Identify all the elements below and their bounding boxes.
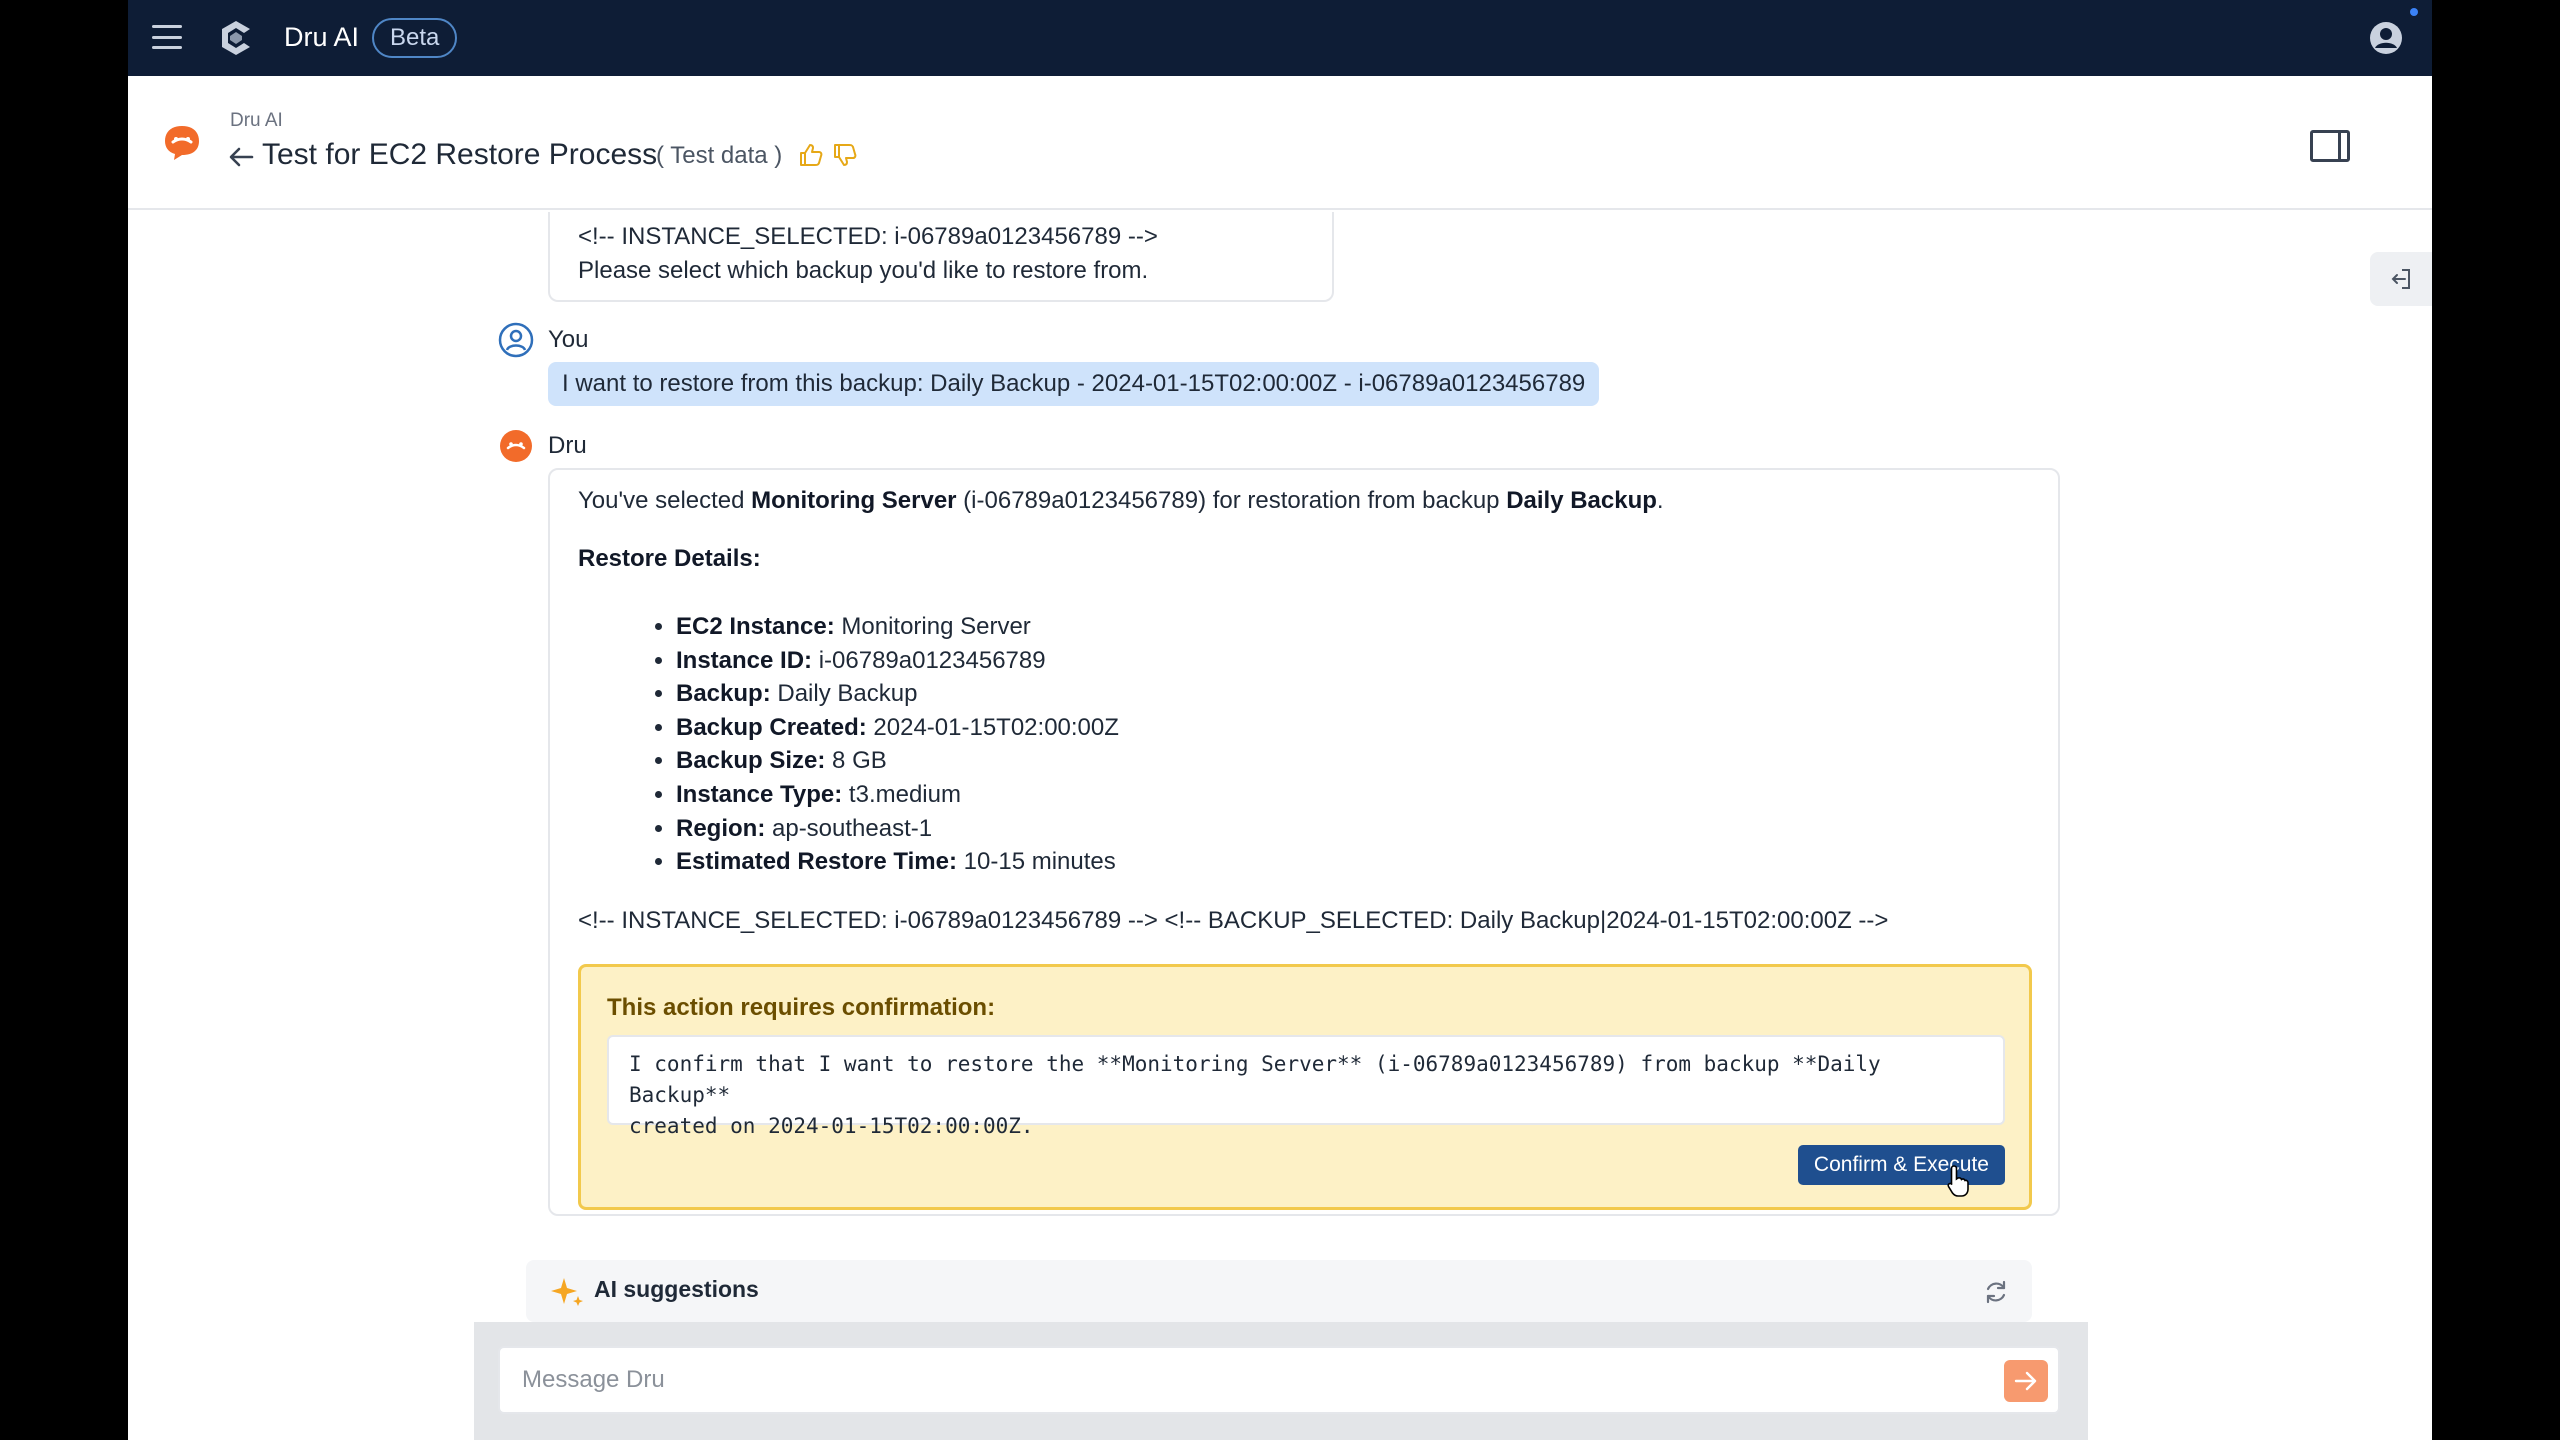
side-panel-icon[interactable] xyxy=(2310,130,2350,162)
list-item: Region: ap-southeast-1 xyxy=(676,812,1119,846)
dru-sender: Dru xyxy=(498,428,587,464)
ai-suggestions-bar[interactable]: AI suggestions xyxy=(526,1260,2032,1322)
page-title: Test for EC2 Restore Process xyxy=(262,138,658,171)
message-input[interactable] xyxy=(498,1346,2060,1414)
ai-suggestions-label: AI suggestions xyxy=(594,1276,759,1302)
user-message: I want to restore from this backup: Dail… xyxy=(548,362,1600,406)
list-item: Estimated Restore Time: 10-15 minutes xyxy=(676,845,1119,879)
previous-dru-message: <!-- INSTANCE_SELECTED: i-06789a01234567… xyxy=(548,212,1334,302)
list-item: Backup Created: 2024-01-15T02:00:00Z xyxy=(676,711,1119,745)
dru-avatar-icon xyxy=(500,430,532,462)
pointer-cursor-icon xyxy=(1947,1165,1969,1197)
details-heading: Restore Details: xyxy=(578,545,761,572)
confirm-execute-button[interactable]: Confirm & Execute xyxy=(1797,1145,2005,1185)
dru-message: You've selected Monitoring Server (i-067… xyxy=(548,468,2060,1216)
chat-transcript: <!-- INSTANCE_SELECTED: i-06789a01234567… xyxy=(128,212,2432,1322)
beta-badge: Beta xyxy=(372,18,458,58)
sparkle-icon xyxy=(551,1278,583,1306)
notification-dot xyxy=(2410,8,2418,16)
restore-details-list: EC2 Instance: Monitoring Server Instance… xyxy=(676,610,1119,879)
list-item: Instance ID: i-06789a0123456789 xyxy=(676,644,1119,678)
dru-avatar-icon xyxy=(165,126,199,160)
menu-icon[interactable] xyxy=(150,22,184,52)
user-avatar-icon xyxy=(498,322,534,358)
dru-logo-icon xyxy=(222,21,250,55)
user-sender: You xyxy=(498,322,589,358)
back-arrow-icon[interactable] xyxy=(226,142,256,172)
message-text: Please select which backup you'd like to… xyxy=(578,257,1149,284)
thumbs-down-icon[interactable] xyxy=(832,142,858,168)
app-window: Dru AI Beta Dru AI Test for EC2 Restore … xyxy=(128,0,2432,1440)
send-arrow-icon xyxy=(2014,1371,2037,1391)
thumbs-up-icon[interactable] xyxy=(798,142,824,168)
confirmation-statement: I confirm that I want to restore the **M… xyxy=(607,1035,2005,1138)
app-name: Dru AI xyxy=(284,22,360,52)
user-account-icon[interactable] xyxy=(2368,20,2404,56)
send-button[interactable] xyxy=(2004,1360,2048,1402)
sender-name: Dru xyxy=(548,432,587,459)
list-item: Backup: Daily Backup xyxy=(676,677,1119,711)
message-composer xyxy=(474,1322,2088,1440)
sender-name: You xyxy=(548,326,589,353)
refresh-icon[interactable] xyxy=(1982,1278,2010,1306)
instance-name: Monitoring Server xyxy=(751,487,957,514)
hidden-marker-text: <!-- INSTANCE_SELECTED: i-06789a01234567… xyxy=(578,223,1158,250)
top-navigation-bar: Dru AI Beta xyxy=(128,0,2432,76)
test-data-tag: ( Test data ) xyxy=(656,142,783,169)
list-item: EC2 Instance: Monitoring Server xyxy=(676,610,1119,644)
hidden-marker-text: <!-- INSTANCE_SELECTED: i-06789a01234567… xyxy=(578,907,1889,934)
conversation-header: Dru AI Test for EC2 Restore Process ( Te… xyxy=(128,76,2432,210)
confirmation-title: This action requires confirmation: xyxy=(607,994,996,1021)
breadcrumb[interactable]: Dru AI xyxy=(230,110,283,132)
selection-summary: You've selected Monitoring Server (i-067… xyxy=(578,487,1664,514)
confirmation-panel: This action requires confirmation: I con… xyxy=(578,964,2032,1210)
list-item: Instance Type: t3.medium xyxy=(676,778,1119,812)
backup-name: Daily Backup xyxy=(1506,487,1657,514)
list-item: Backup Size: 8 GB xyxy=(676,744,1119,778)
